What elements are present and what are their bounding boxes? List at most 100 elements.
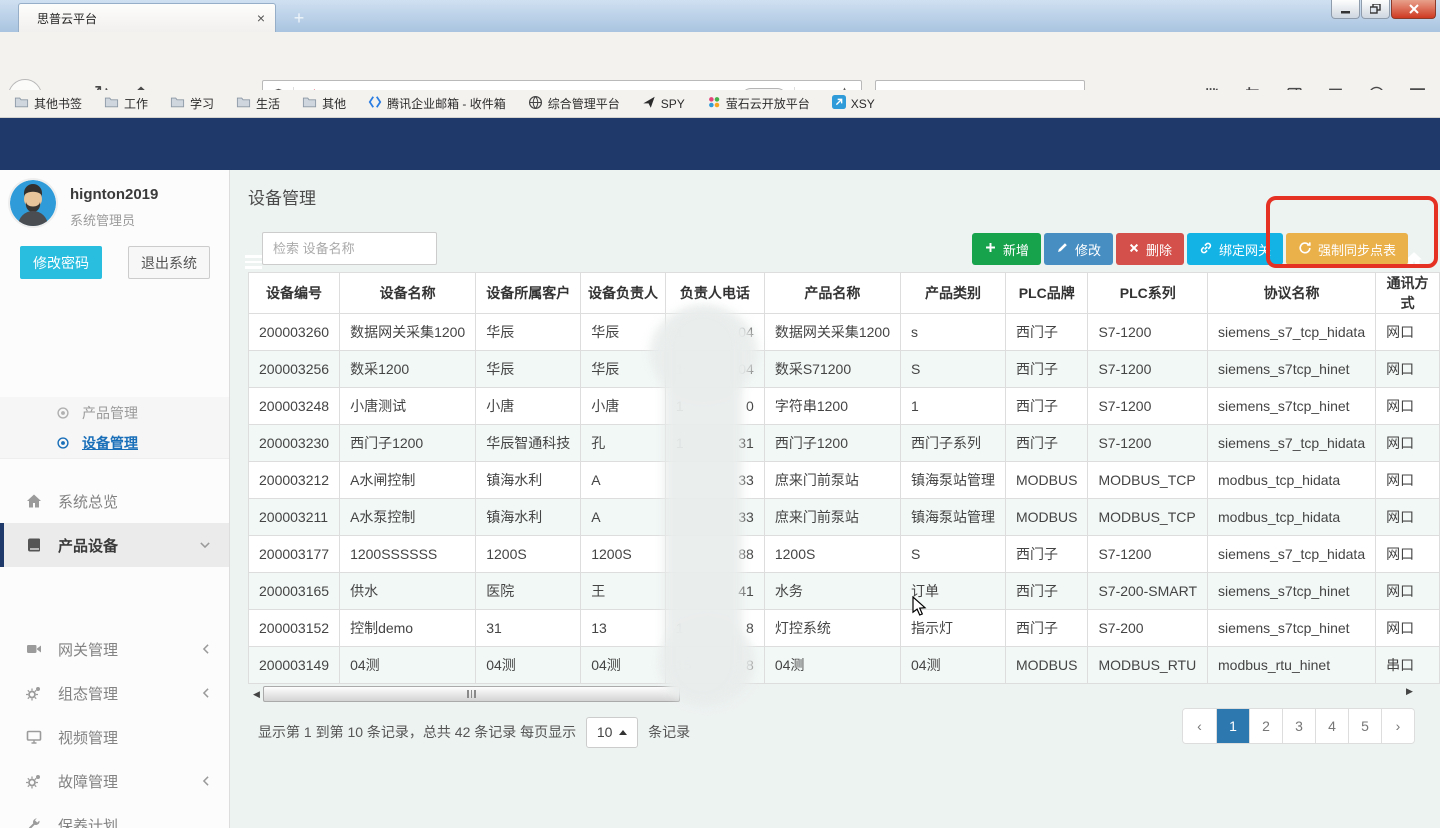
column-header[interactable]: 设备编号 — [249, 273, 340, 314]
sidebar-item[interactable]: 系统总览 — [0, 479, 229, 523]
column-header[interactable]: 设备所属客户 — [476, 273, 581, 314]
close-button[interactable] — [1391, 0, 1436, 19]
subitem-label: 设备管理 — [82, 433, 138, 453]
table-row[interactable]: 200003256数采1200华辰华辰104数采S71200S西门子S7-120… — [249, 351, 1440, 388]
table-cell: 200003165 — [249, 573, 340, 610]
bookmark-label: XSY — [851, 97, 875, 111]
hscroll-right-arrow[interactable]: ▶ — [1406, 686, 1413, 697]
bookmark-item[interactable]: 工作 — [104, 95, 148, 112]
table-cell: 200003256 — [249, 351, 340, 388]
gears-icon — [26, 773, 42, 789]
table-row[interactable]: 200003211A水泵控制镇海水利A33庶来门前泵站镇海泵站管理MODBUSM… — [249, 499, 1440, 536]
table-cell: 200003211 — [249, 499, 340, 536]
column-header[interactable]: 设备名称 — [340, 273, 476, 314]
device-search-input[interactable] — [262, 232, 437, 265]
table-cell: 04测 — [764, 647, 900, 684]
column-header[interactable]: 产品类别 — [901, 273, 1006, 314]
table-cell: 华辰 — [476, 351, 581, 388]
bookmark-label: 综合管理平台 — [548, 95, 620, 112]
pager-next[interactable]: › — [1381, 709, 1414, 743]
folder-icon — [236, 95, 251, 112]
column-header[interactable]: PLC系列 — [1088, 273, 1208, 314]
sidebar-item-label: 产品设备 — [58, 535, 118, 556]
sidebar-item-label: 故障管理 — [58, 771, 118, 792]
pager-page-5[interactable]: 5 — [1348, 709, 1381, 743]
summary-suffix: 条记录 — [648, 722, 690, 742]
toolbar-button-修改[interactable]: 修改 — [1044, 233, 1113, 265]
table-cell: S7-1200 — [1088, 536, 1208, 573]
table-cell: 网口 — [1376, 314, 1440, 351]
bookmark-item[interactable]: 其他 — [302, 95, 346, 112]
bookmark-item[interactable]: 萤石云开放平台 — [707, 95, 810, 112]
table-row[interactable]: 200003260数据网关采集1200华辰华辰104数据网关采集1200s西门子… — [249, 314, 1440, 351]
hscroll-thumb[interactable] — [263, 686, 680, 702]
bookmark-item[interactable]: 生活 — [236, 95, 280, 112]
new-tab-button[interactable]: + — [284, 7, 314, 31]
table-row[interactable]: 2000031771200SSSSSS1200S1200S881200SS西门子… — [249, 536, 1440, 573]
folder-icon — [14, 95, 29, 112]
sidebar-item[interactable]: 故障管理 — [0, 759, 229, 803]
bookmark-item[interactable]: 腾讯企业邮箱 - 收件箱 — [368, 95, 506, 112]
column-header[interactable]: 产品名称 — [764, 273, 900, 314]
bookmark-item[interactable]: 综合管理平台 — [528, 95, 620, 113]
chevron-left-icon — [201, 775, 211, 787]
pager-prev[interactable]: ‹ — [1183, 709, 1216, 743]
bookmark-item[interactable]: SPY — [642, 95, 685, 112]
column-header[interactable]: PLC品牌 — [1006, 273, 1088, 314]
page-size-select[interactable]: 10 — [586, 717, 638, 748]
sidebar-item[interactable]: 视频管理 — [0, 715, 229, 759]
pager-page-4[interactable]: 4 — [1315, 709, 1348, 743]
table-cell: S7-1200 — [1088, 351, 1208, 388]
sidebar-item[interactable]: 组态管理 — [0, 671, 229, 715]
bookmark-item[interactable]: 其他书签 — [14, 95, 82, 112]
sidebar-item-label: 视频管理 — [58, 727, 118, 748]
table-cell: 字符串1200 — [764, 388, 900, 425]
column-header[interactable]: 通讯方式 — [1376, 273, 1440, 314]
table-cell: siemens_s7_tcp_hidata — [1208, 314, 1376, 351]
sidebar-item[interactable]: 保养计划 — [0, 803, 229, 828]
table-cell: MODBUS_TCP — [1088, 462, 1208, 499]
main-content: 设备管理 新增修改删除绑定网关强制同步点表 设备编号设备名称设备所属客户设备负责… — [230, 170, 1440, 828]
table-row[interactable]: 200003230西门子1200华辰智通科技孔131西门子1200西门子系列西门… — [249, 425, 1440, 462]
minimize-button[interactable] — [1331, 0, 1360, 19]
phone-fragment: 0 — [746, 398, 754, 414]
table-cell: 网口 — [1376, 388, 1440, 425]
target-icon — [56, 436, 70, 450]
pager-page-1[interactable]: 1 — [1216, 709, 1249, 743]
sidebar-item[interactable]: 网关管理 — [0, 627, 229, 671]
page-size-value: 10 — [597, 724, 613, 740]
annotation-red-box — [1266, 196, 1438, 268]
column-header[interactable]: 协议名称 — [1208, 273, 1376, 314]
logout-button[interactable]: 退出系统 — [128, 246, 210, 279]
toolbar-button-删除[interactable]: 删除 — [1116, 233, 1184, 265]
bookmark-item[interactable]: XSY — [832, 95, 875, 112]
column-header[interactable]: 设备负责人 — [581, 273, 666, 314]
sidebar-subitem-active[interactable]: 设备管理 — [0, 428, 229, 458]
pager-page-3[interactable]: 3 — [1282, 709, 1315, 743]
table-cell: 数采S71200 — [764, 351, 900, 388]
restore-button[interactable] — [1361, 0, 1390, 19]
tab-close-icon[interactable]: × — [257, 10, 265, 26]
table-cell: 控制demo — [340, 610, 476, 647]
change-password-button[interactable]: 修改密码 — [20, 246, 102, 279]
chevron-left-icon — [201, 643, 211, 655]
table-cell: A水闸控制 — [340, 462, 476, 499]
page-title: 设备管理 — [248, 184, 316, 209]
browser-tab[interactable]: 思普云平台 × — [18, 3, 276, 32]
bookmark-item[interactable]: 学习 — [170, 95, 214, 112]
sidebar-subitem-item[interactable]: 产品管理 — [0, 398, 229, 428]
table-row[interactable]: 200003248小唐测试小唐小唐10字符串12001西门子S7-1200sie… — [249, 388, 1440, 425]
table-cell: 庶来门前泵站 — [764, 462, 900, 499]
table-row[interactable]: 200003152控制demo311318灯控系统指示灯西门子S7-200sie… — [249, 610, 1440, 647]
pager-page-2[interactable]: 2 — [1249, 709, 1282, 743]
sidebar-item-label: 组态管理 — [58, 683, 118, 704]
sidebar: hignton2019 系统管理员 修改密码 退出系统 系统总览产品设备网关管理… — [0, 170, 230, 828]
toolbar-button-新增[interactable]: 新增 — [972, 233, 1041, 265]
table-cell: S7-200-SMART — [1088, 573, 1208, 610]
table-row[interactable]: 200003212A水闸控制镇海水利A33庶来门前泵站镇海泵站管理MODBUSM… — [249, 462, 1440, 499]
table-row[interactable]: 200003165供水医院王41水务订单西门子S7-200-SMARTsieme… — [249, 573, 1440, 610]
table-row[interactable]: 20000314904测04测04测15804测04测MODBUSMODBUS_… — [249, 647, 1440, 684]
hscroll-left-arrow[interactable]: ◀ — [250, 686, 263, 702]
bookmark-label: 其他书签 — [34, 95, 82, 112]
sidebar-item[interactable]: 产品设备 — [0, 523, 229, 567]
